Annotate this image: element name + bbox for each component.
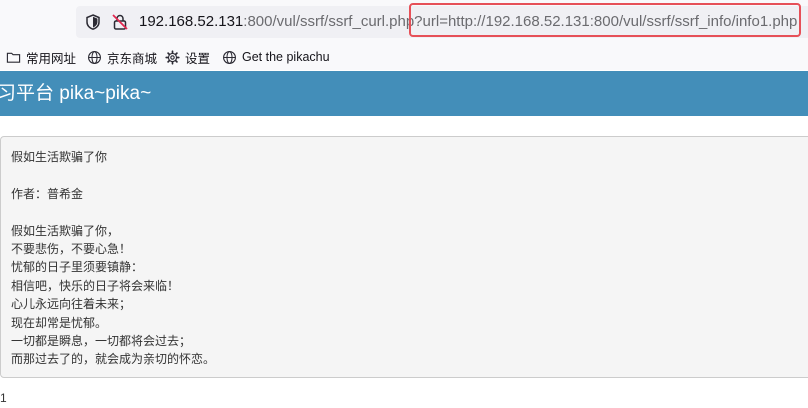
url-host: 192.168.52.131 [139, 13, 244, 30]
site-title[interactable]: 练习平台 pika~pika~ [0, 82, 151, 106]
poem-line: 假如生活欺骗了你， [11, 223, 120, 238]
response-number: 1 [0, 391, 7, 405]
globe-icon [223, 50, 236, 64]
bookmark-label: 设置 [185, 51, 211, 66]
page-header: 练习平台 pika~pika~ [0, 71, 808, 116]
bookmark-settings[interactable]: 设置 [165, 47, 210, 67]
poem-line: 一切都是瞬息，一切都将会过去； [11, 333, 192, 348]
globe-icon [88, 50, 101, 64]
url-parameter-highlight [409, 3, 801, 37]
shield-icon[interactable] [84, 13, 102, 31]
bookmark-label: 常用网址 [26, 51, 77, 66]
poem-text: 假如生活欺骗了你 作者：普希金 假如生活欺骗了你， 不要悲伤，不要心急！ 忧郁的… [11, 148, 215, 369]
address-bar: 192.168.52.131:800/vul/ssrf/ssrf_curl.ph… [0, 0, 808, 44]
gear-icon [165, 49, 180, 65]
poem-author: 作者：普希金 [11, 186, 84, 201]
bookmark-label: Get the pikachu [242, 50, 330, 64]
bookmark-common-sites[interactable]: 常用网址 [6, 47, 76, 67]
folder-icon [6, 52, 21, 63]
poem-line: 相信吧，快乐的日子将会来临！ [11, 278, 180, 293]
poem-line: 现在却常是忧郁。 [11, 315, 108, 330]
poem-line: 忧郁的日子里须要镇静： [11, 260, 144, 275]
bookmark-label: 京东商城 [107, 51, 158, 66]
poem-line: 而那过去了的，就会成为亲切的怀恋。 [11, 352, 216, 367]
bookmarks-toolbar: 常用网址 京东商城 设置 Get the pikachu [0, 44, 808, 70]
bookmark-get-pikachu[interactable]: Get the pikachu [222, 47, 330, 67]
poem-line: 心儿永远向往着未来； [11, 297, 132, 312]
insecure-lock-icon[interactable] [111, 13, 129, 31]
bookmark-jd-mall[interactable]: 京东商城 [87, 47, 157, 67]
poem-line: 不要悲伤，不要心急！ [11, 241, 132, 256]
poem-title: 假如生活欺骗了你 [11, 150, 108, 164]
